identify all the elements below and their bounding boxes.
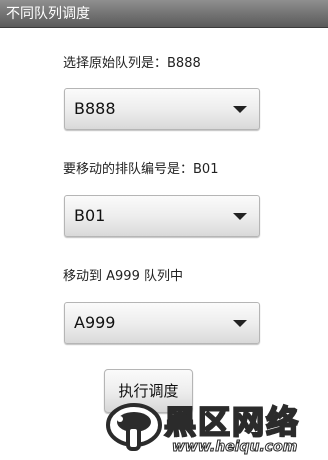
source-queue-value: B888 (74, 99, 116, 118)
triangle-down-icon (233, 106, 247, 113)
watermark: 黑区网络 www.heiqu.com (106, 395, 328, 460)
watermark-title: 黑区网络 (163, 402, 301, 442)
app-screen: 不同队列调度 选择原始队列是：B888 B888 要移动的排队编号是：B01 B… (0, 0, 328, 460)
triangle-down-icon (233, 213, 247, 220)
target-queue-label: 移动到 A999 队列中 (63, 269, 183, 284)
source-queue-label: 选择原始队列是：B888 (63, 56, 201, 71)
item-number-spinner[interactable]: B01 (64, 195, 260, 237)
watermark-url: www.heiqu.com (171, 439, 298, 456)
target-queue-value: A999 (74, 313, 116, 332)
window-title: 不同队列调度 (0, 0, 328, 28)
item-number-label: 要移动的排队编号是：B01 (63, 162, 219, 177)
watermark-logo-icon (106, 403, 162, 451)
triangle-down-icon (233, 320, 247, 327)
target-queue-spinner[interactable]: A999 (64, 302, 260, 344)
source-queue-spinner[interactable]: B888 (64, 88, 260, 130)
item-number-value: B01 (74, 206, 106, 225)
